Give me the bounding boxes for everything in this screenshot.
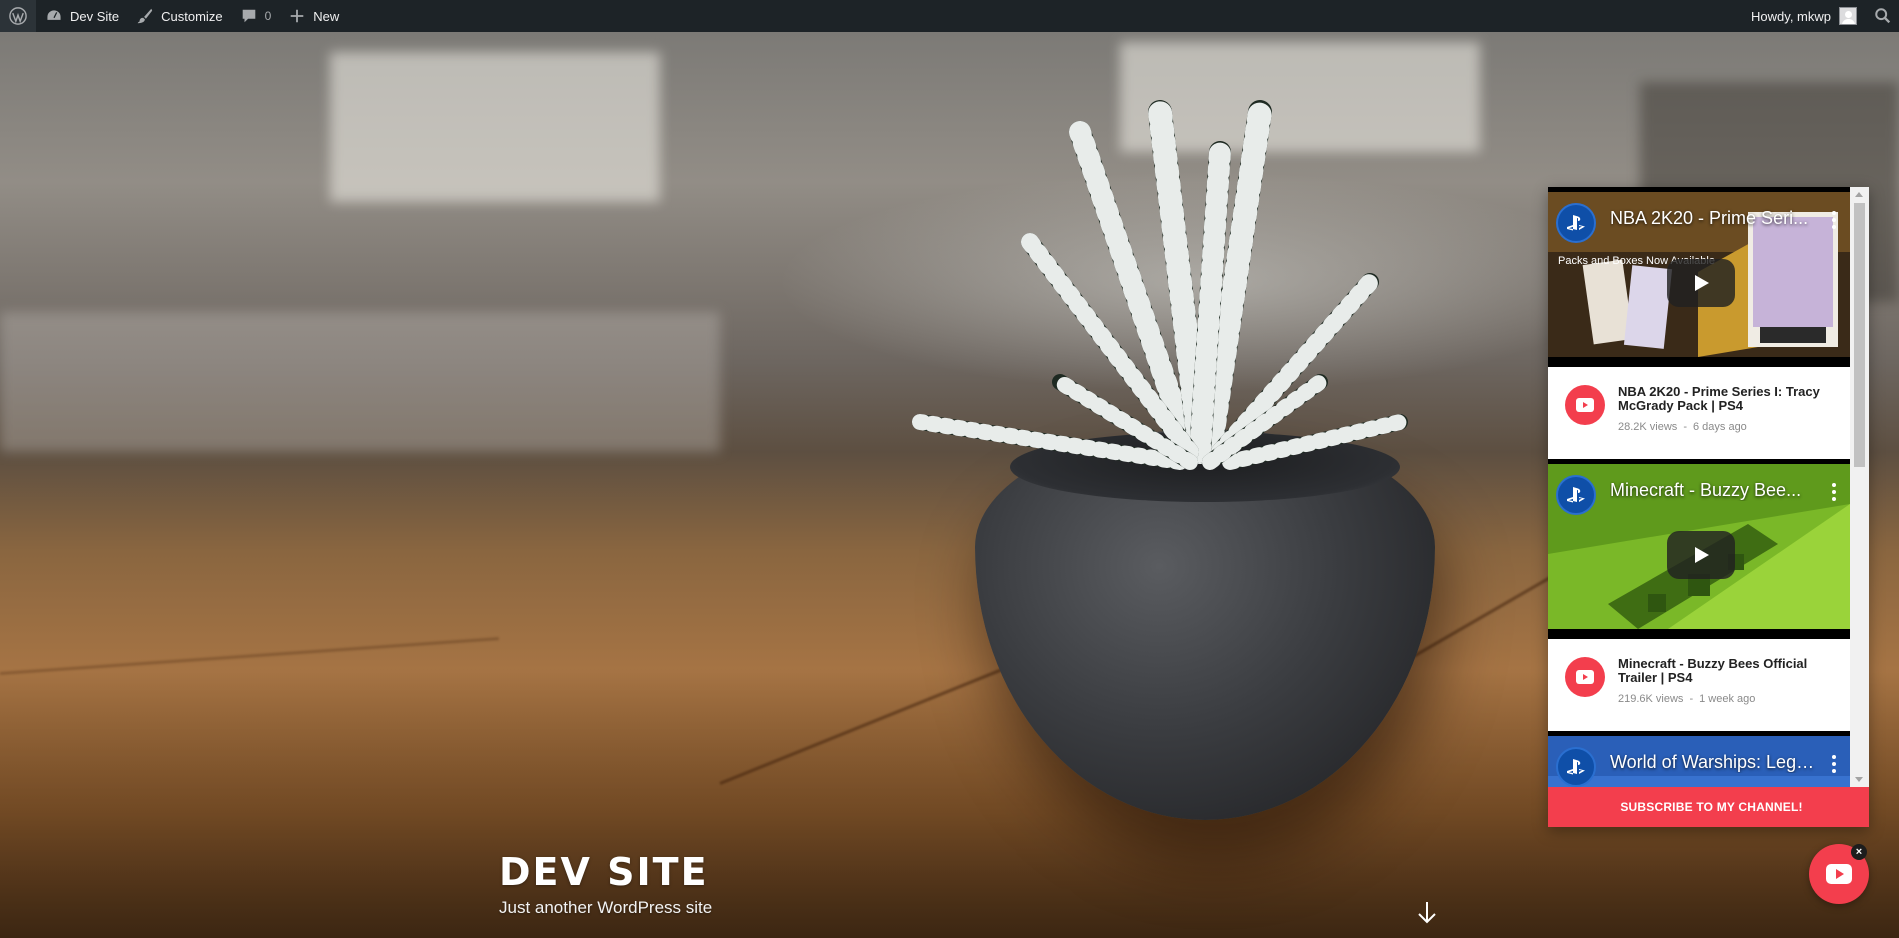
meta-separator: - bbox=[1683, 421, 1687, 433]
scroll-down-arrow-icon[interactable] bbox=[1855, 777, 1863, 782]
youtube-icon bbox=[1826, 864, 1852, 884]
video-title-link[interactable]: Minecraft - Buzzy Bees Official Trailer … bbox=[1618, 657, 1828, 685]
video-card: Minecraft - Buzzy Bee... Minecraft - Buz… bbox=[1548, 459, 1869, 731]
video-thumbnail[interactable]: Minecraft - Buzzy Bee... bbox=[1548, 459, 1850, 639]
scrollbar-thumb[interactable] bbox=[1854, 203, 1865, 467]
video-card: Packs and Boxes Now Available NBA 2K20 -… bbox=[1548, 187, 1869, 459]
customize-label: Customize bbox=[161, 8, 223, 24]
admin-search-button[interactable] bbox=[1865, 0, 1899, 32]
video-thumbnail[interactable]: Packs and Boxes Now Available NBA 2K20 -… bbox=[1548, 187, 1850, 367]
plus-icon bbox=[287, 6, 307, 26]
wordpress-icon bbox=[8, 6, 28, 26]
video-title-link[interactable]: NBA 2K20 - Prime Series I: Tracy McGrady… bbox=[1618, 385, 1828, 413]
video-list-scrollbar[interactable] bbox=[1850, 187, 1869, 787]
video-thumbnail-title: World of Warships: Legends bbox=[1610, 752, 1820, 772]
video-thumbnail[interactable]: World of Warships: Legends bbox=[1548, 731, 1850, 787]
more-options-icon[interactable] bbox=[1831, 483, 1837, 501]
playstation-logo-icon bbox=[1556, 203, 1596, 243]
search-icon bbox=[1873, 6, 1893, 26]
customize-link[interactable]: Customize bbox=[127, 0, 230, 32]
video-views: 28.2K views bbox=[1618, 421, 1678, 433]
close-icon[interactable]: × bbox=[1851, 844, 1867, 860]
video-info: Minecraft - Buzzy Bees Official Trailer … bbox=[1548, 639, 1869, 731]
succulent-plant bbox=[912, 100, 1408, 470]
video-info: NBA 2K20 - Prime Series I: Tracy McGrady… bbox=[1548, 367, 1869, 459]
new-content-menu[interactable]: New bbox=[279, 0, 347, 32]
video-list[interactable]: Packs and Boxes Now Available NBA 2K20 -… bbox=[1548, 187, 1869, 787]
wp-admin-bar: Dev Site Customize 0 New Howdy, mkwp bbox=[0, 0, 1899, 32]
dashboard-gauge-icon bbox=[44, 6, 64, 26]
playstation-logo-icon bbox=[1556, 475, 1596, 515]
video-views: 219.6K views bbox=[1618, 693, 1684, 705]
my-account-menu[interactable]: Howdy, mkwp bbox=[1743, 0, 1865, 32]
howdy-greeting: Howdy, mkwp bbox=[1751, 8, 1831, 24]
new-label: New bbox=[313, 8, 340, 24]
video-thumbnail-title: NBA 2K20 - Prime Seri... bbox=[1610, 208, 1809, 228]
video-age: 1 week ago bbox=[1699, 693, 1756, 705]
background-window bbox=[330, 52, 660, 202]
avatar bbox=[1839, 7, 1857, 25]
admin-bar-secondary: Howdy, mkwp bbox=[1743, 0, 1899, 32]
more-options-icon[interactable] bbox=[1831, 755, 1837, 773]
playstation-logo-icon bbox=[1556, 747, 1596, 787]
video-age: 6 days ago bbox=[1692, 421, 1747, 433]
youtube-icon bbox=[1565, 385, 1605, 425]
video-thumbnail-title: Minecraft - Buzzy Bee... bbox=[1610, 480, 1802, 500]
play-button[interactable] bbox=[1667, 259, 1735, 307]
video-meta: 219.6K views -1 week ago bbox=[1618, 693, 1840, 705]
comment-bubble-icon bbox=[239, 6, 259, 26]
arrow-down-icon[interactable] bbox=[1416, 900, 1438, 926]
play-icon bbox=[1695, 275, 1709, 291]
comments-count: 0 bbox=[264, 9, 272, 23]
table-plank-seam bbox=[0, 637, 499, 675]
meta-separator: - bbox=[1689, 693, 1694, 705]
play-icon bbox=[1695, 547, 1709, 563]
video-meta: 28.2K views -6 days ago bbox=[1618, 421, 1840, 433]
background-window bbox=[0, 312, 720, 452]
site-name-label: Dev Site bbox=[70, 8, 120, 24]
subscribe-button[interactable]: SUBSCRIBE TO MY CHANNEL! bbox=[1548, 787, 1869, 827]
more-options-icon[interactable] bbox=[1831, 211, 1837, 229]
site-tagline: Just another WordPress site bbox=[499, 898, 713, 917]
site-title[interactable]: DEV SITE bbox=[499, 850, 709, 894]
video-card: World of Warships: Legends bbox=[1548, 731, 1869, 787]
youtube-icon bbox=[1565, 657, 1605, 697]
scroll-up-arrow-icon[interactable] bbox=[1855, 192, 1863, 197]
play-button[interactable] bbox=[1667, 531, 1735, 579]
comments-link[interactable]: 0 bbox=[231, 0, 280, 32]
paintbrush-icon bbox=[135, 6, 155, 26]
site-name-link[interactable]: Dev Site bbox=[36, 0, 127, 32]
wordpress-logo-button[interactable] bbox=[0, 0, 36, 32]
youtube-channel-widget: Packs and Boxes Now Available NBA 2K20 -… bbox=[1548, 187, 1869, 827]
